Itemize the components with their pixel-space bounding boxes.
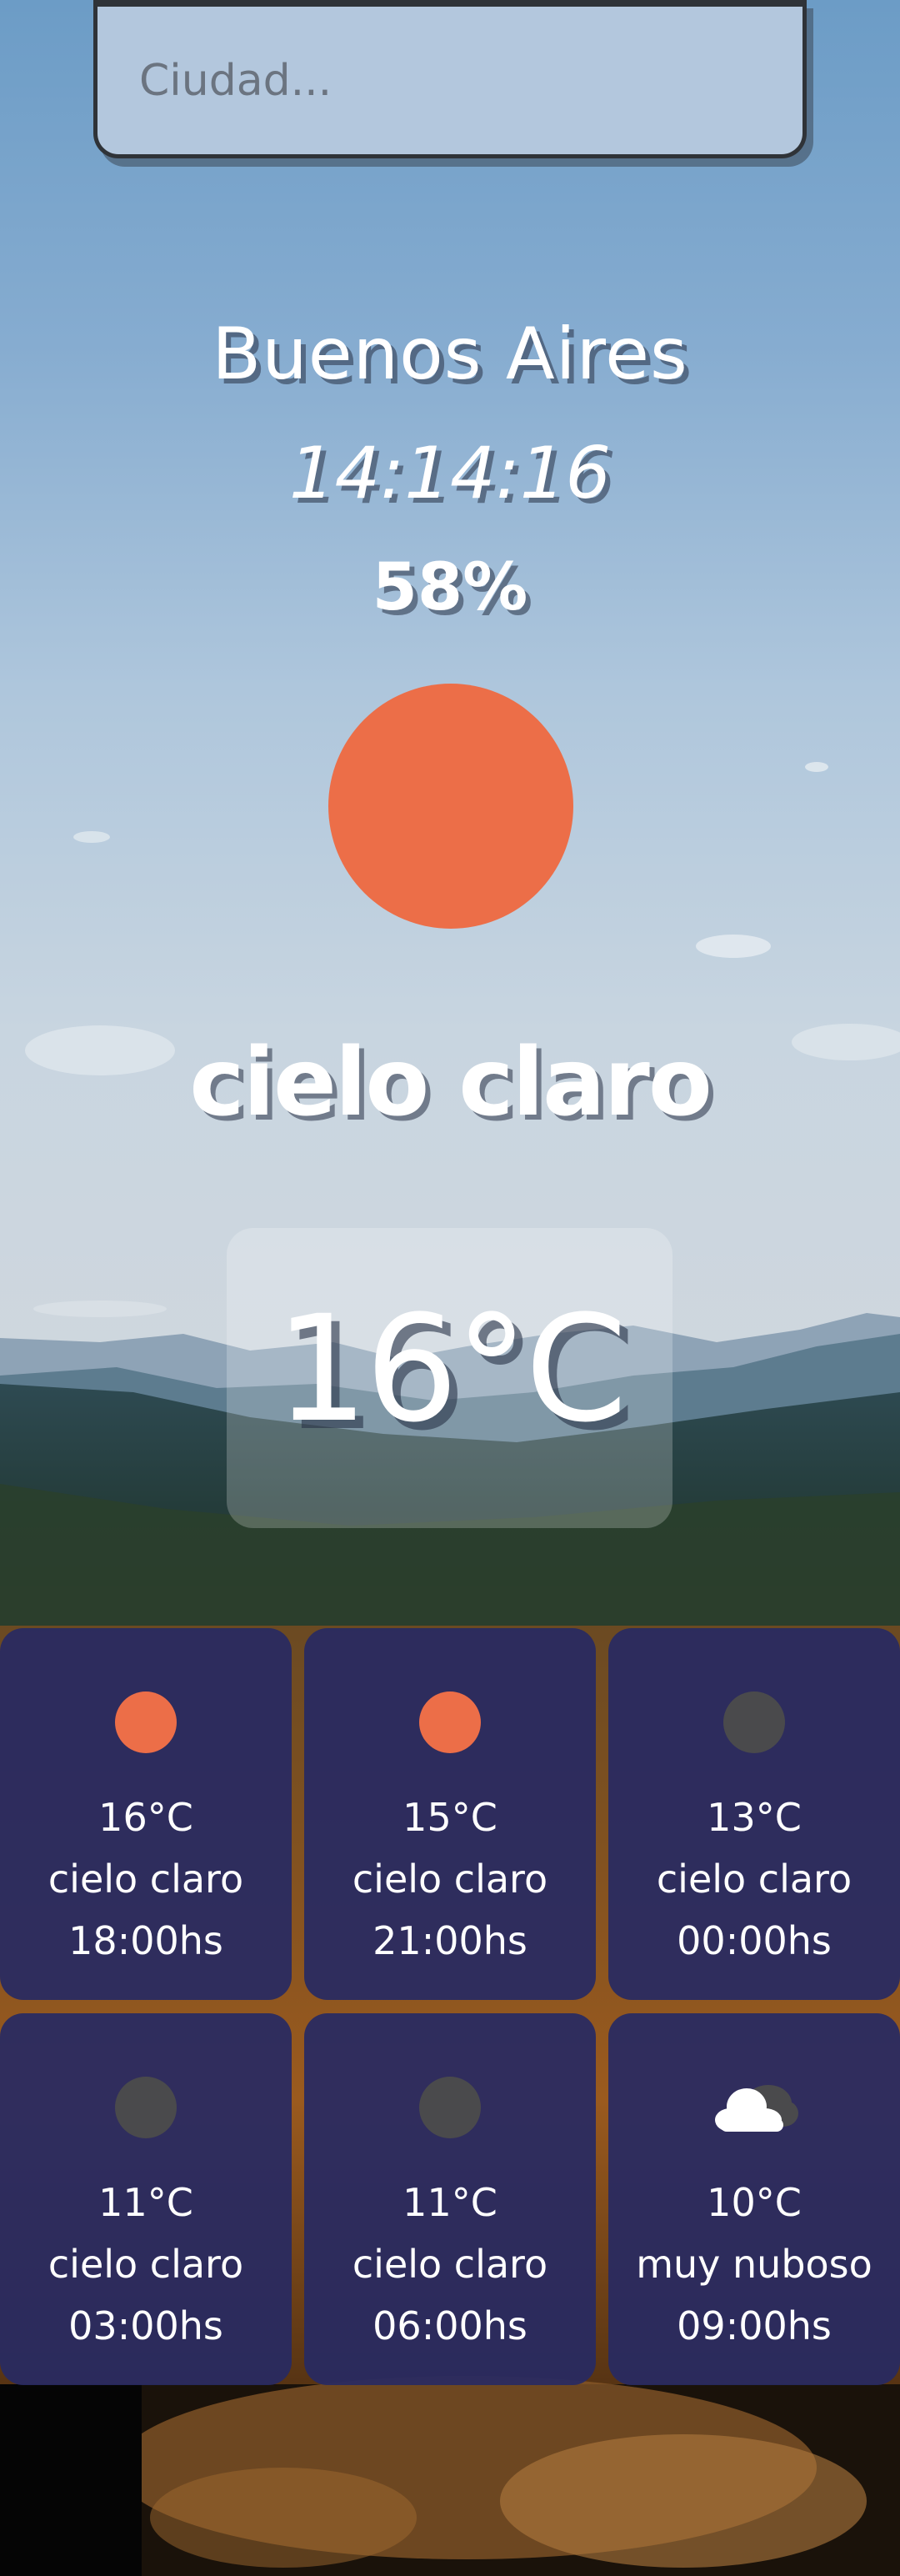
moon-icon [723, 1691, 785, 1753]
forecast-description: cielo claro [352, 1857, 548, 1902]
forecast-hour: 18:00hs [68, 1918, 223, 1963]
sun-icon [419, 1691, 481, 1753]
forecast-description: cielo claro [48, 2242, 244, 2287]
moon-icon [419, 2077, 481, 2138]
weather-description: cielo claro [189, 1029, 712, 1137]
forecast-card: 11°C cielo claro 06:00hs [304, 2013, 596, 2385]
forecast-card: 10°C muy nuboso 09:00hs [608, 2013, 900, 2385]
cloud-icon [715, 2085, 798, 2132]
humidity-value: 58% [372, 550, 528, 625]
forecast-description: cielo claro [656, 1857, 852, 1902]
city-search-input[interactable] [93, 0, 807, 158]
forecast-card: 13°C cielo claro 00:00hs [608, 1628, 900, 2000]
forecast-description: cielo claro [352, 2242, 548, 2287]
forecast-hour: 00:00hs [677, 1918, 832, 1963]
forecast-card: 15°C cielo claro 21:00hs [304, 1628, 596, 2000]
forecast-card: 16°C cielo claro 18:00hs [0, 1628, 292, 2000]
forecast-temp: 15°C [402, 1795, 498, 1840]
moon-icon [115, 2077, 177, 2138]
forecast-temp: 13°C [707, 1795, 802, 1840]
forecast-temp: 11°C [402, 2180, 498, 2225]
city-name: Buenos Aires [212, 313, 688, 396]
current-time: 14:14:16 [288, 432, 612, 515]
forecast-description: cielo claro [48, 1857, 244, 1902]
forecast-description: muy nuboso [636, 2242, 872, 2287]
search-bar [93, 0, 813, 167]
sun-icon [115, 1691, 177, 1753]
forecast-hour: 09:00hs [677, 2303, 832, 2348]
forecast-hour: 21:00hs [372, 1918, 528, 1963]
forecast-hour: 03:00hs [68, 2303, 223, 2348]
forecast-card: 11°C cielo claro 03:00hs [0, 2013, 292, 2385]
forecast-hour: 06:00hs [372, 2303, 528, 2348]
forecast-temp: 11°C [98, 2180, 193, 2225]
forecast-temp: 10°C [707, 2180, 802, 2225]
forecast-temp: 16°C [98, 1795, 193, 1840]
current-temperature: 16°C [275, 1284, 628, 1455]
sun-icon [328, 684, 573, 929]
